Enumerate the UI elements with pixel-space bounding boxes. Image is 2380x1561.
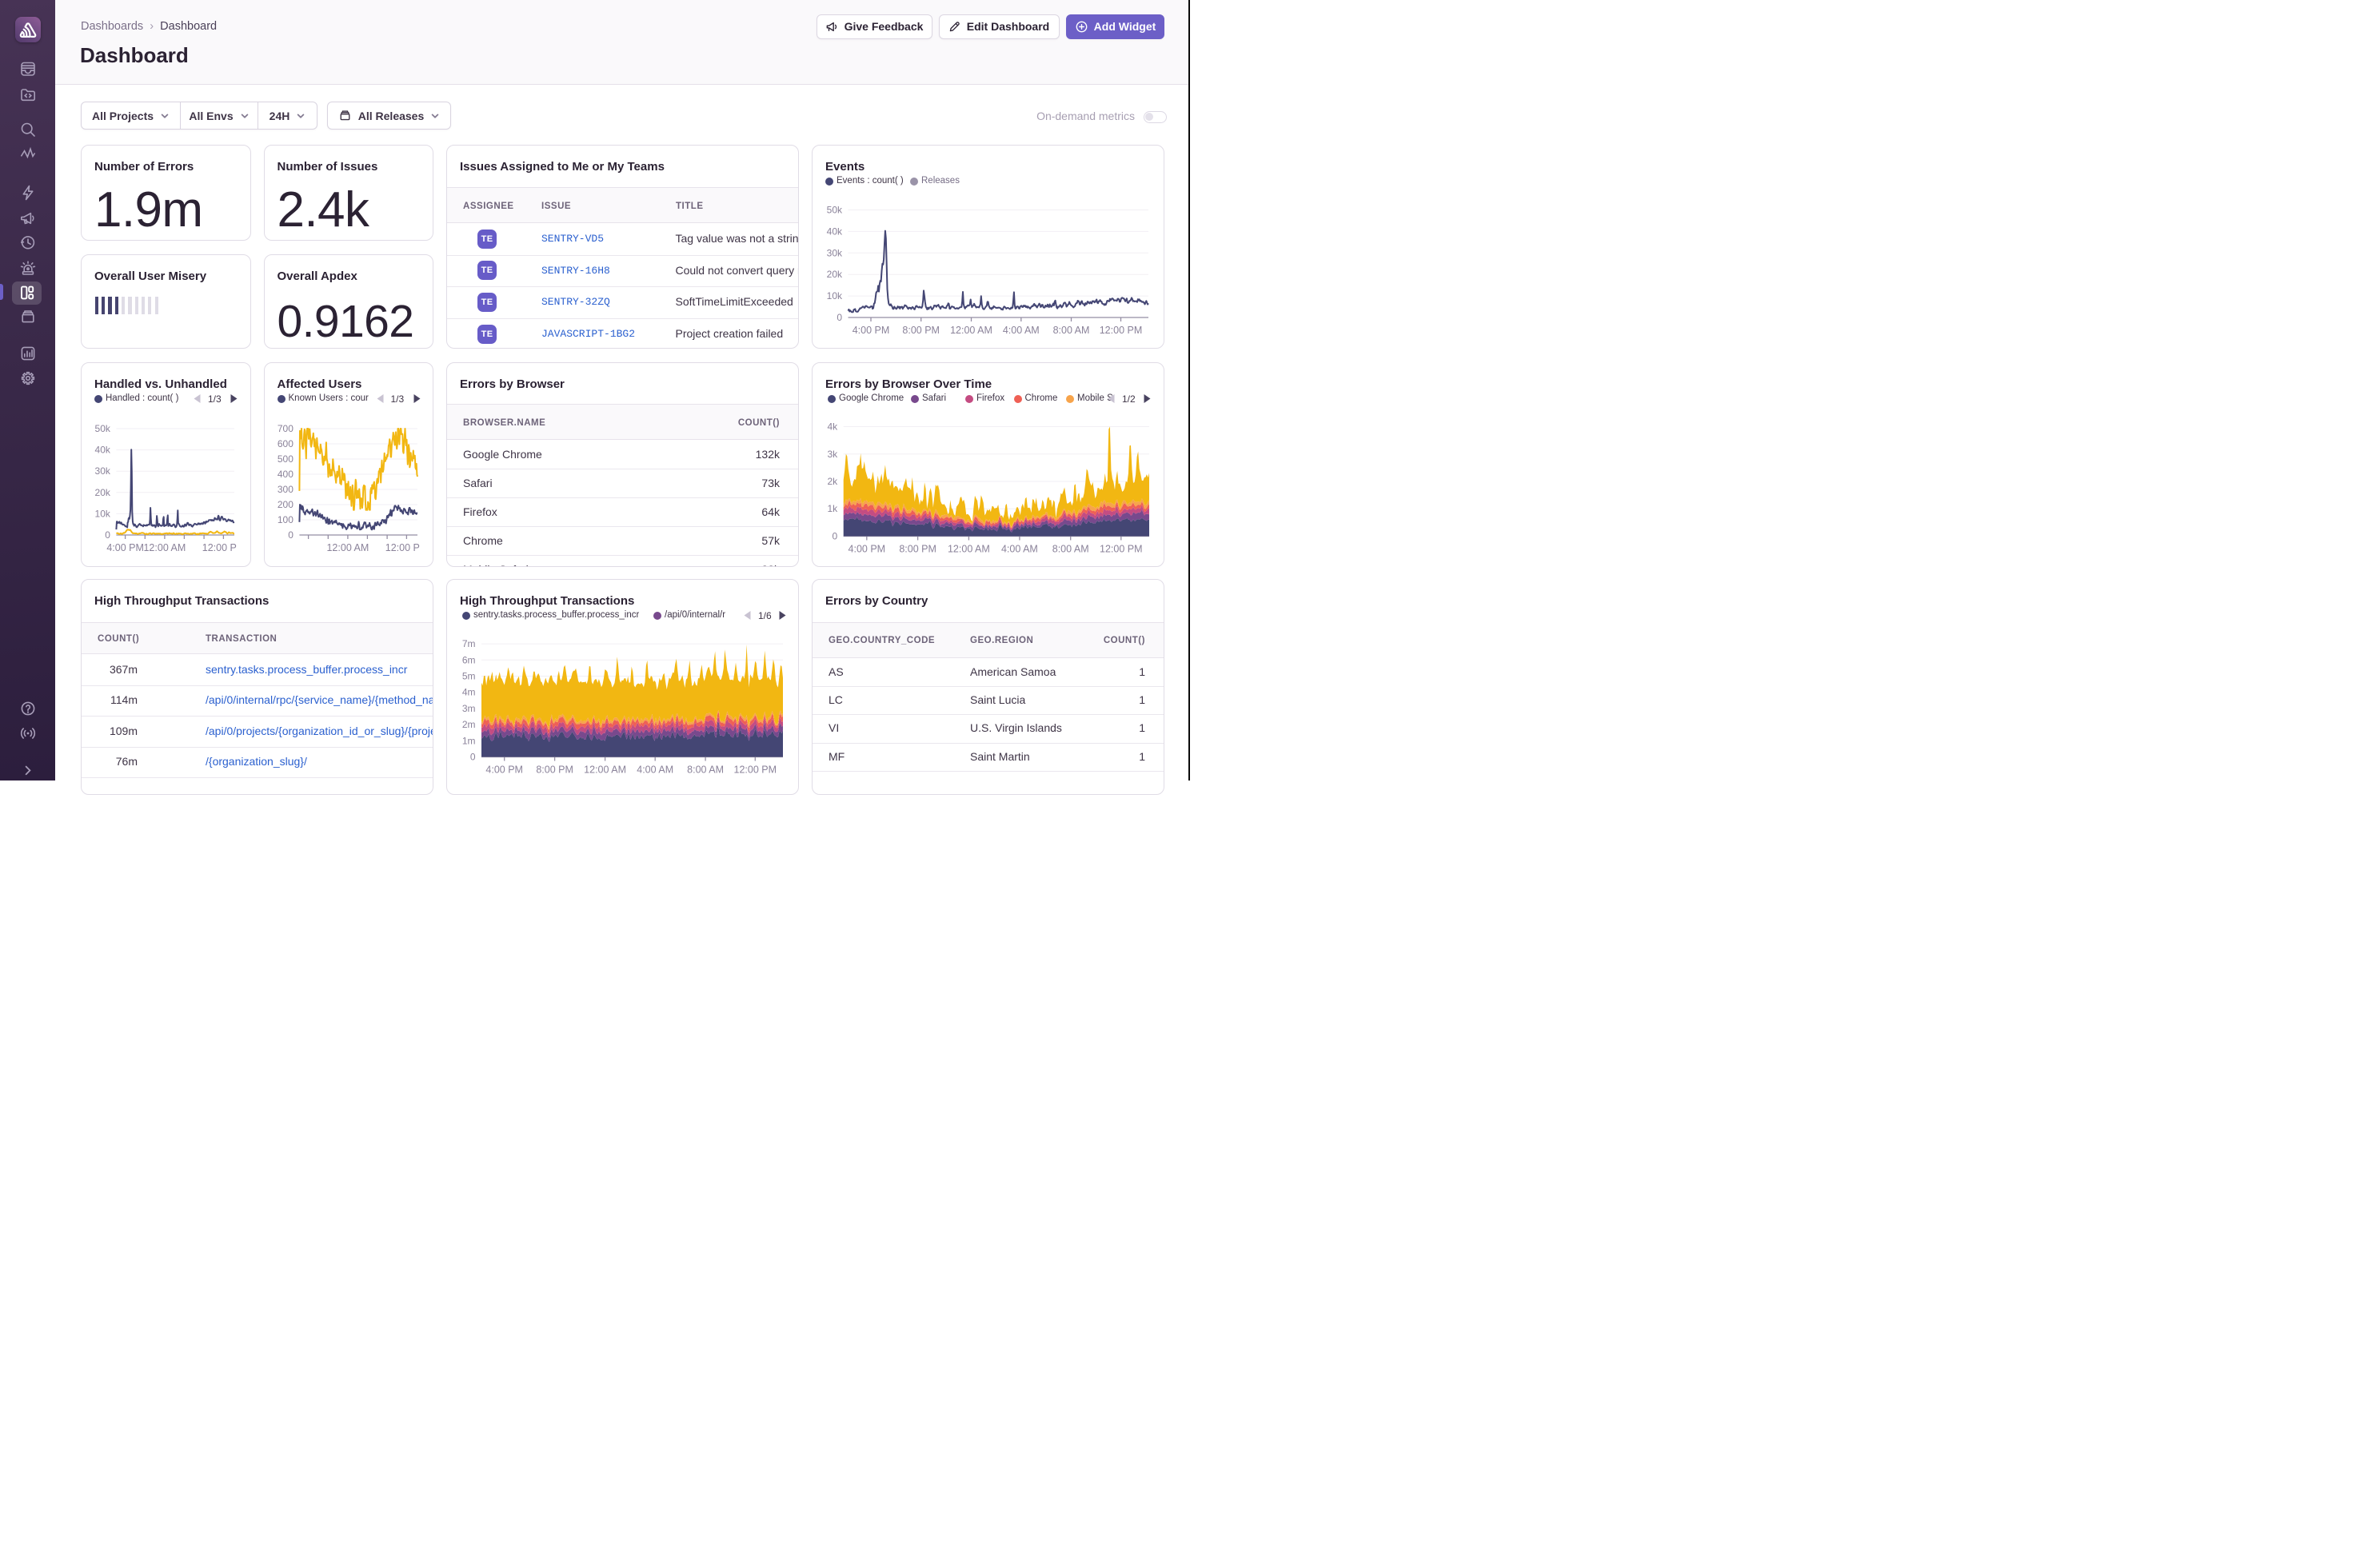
svg-text:100: 100 bbox=[277, 514, 293, 525]
svg-text:8:00 AM: 8:00 AM bbox=[1053, 325, 1090, 336]
svg-text:50k: 50k bbox=[95, 423, 111, 434]
svg-text:3m: 3m bbox=[462, 703, 476, 714]
svg-text:200: 200 bbox=[277, 499, 293, 510]
svg-text:40k: 40k bbox=[827, 226, 843, 237]
svg-text:4k: 4k bbox=[828, 421, 839, 433]
svg-text:40k: 40k bbox=[95, 445, 111, 456]
svg-text:400: 400 bbox=[277, 469, 293, 480]
svg-text:12:00 AM: 12:00 AM bbox=[143, 542, 186, 553]
svg-text:12:00 PM: 12:00 PM bbox=[1100, 325, 1143, 336]
svg-text:4:00 AM: 4:00 AM bbox=[1001, 544, 1038, 555]
svg-text:600: 600 bbox=[277, 438, 293, 449]
svg-text:30k: 30k bbox=[827, 247, 843, 258]
svg-text:8:00 PM: 8:00 PM bbox=[899, 544, 936, 555]
svg-text:12:00 AM: 12:00 AM bbox=[584, 765, 626, 776]
svg-text:12:00 AM: 12:00 AM bbox=[326, 542, 369, 553]
svg-text:300: 300 bbox=[277, 484, 293, 495]
svg-text:0: 0 bbox=[105, 529, 110, 541]
svg-text:700: 700 bbox=[277, 423, 293, 434]
svg-text:0: 0 bbox=[837, 312, 842, 323]
svg-text:10k: 10k bbox=[95, 508, 111, 519]
svg-text:30k: 30k bbox=[95, 465, 111, 477]
svg-text:2m: 2m bbox=[462, 719, 476, 730]
svg-text:0: 0 bbox=[288, 529, 294, 541]
svg-text:8:00 PM: 8:00 PM bbox=[536, 765, 573, 776]
svg-text:1k: 1k bbox=[828, 503, 839, 514]
svg-text:2k: 2k bbox=[828, 476, 839, 487]
svg-text:12:00 PM: 12:00 PM bbox=[1100, 544, 1143, 555]
svg-text:4:00 PM: 4:00 PM bbox=[485, 765, 523, 776]
svg-text:5m: 5m bbox=[462, 671, 476, 682]
svg-text:4m: 4m bbox=[462, 687, 476, 698]
svg-text:20k: 20k bbox=[827, 269, 843, 280]
svg-text:7m: 7m bbox=[462, 638, 476, 649]
svg-text:12:00 PM: 12:00 PM bbox=[734, 765, 777, 776]
svg-text:8:00 AM: 8:00 AM bbox=[687, 765, 724, 776]
svg-text:3k: 3k bbox=[828, 449, 839, 460]
svg-text:12:00 AM: 12:00 AM bbox=[950, 325, 992, 336]
svg-text:4:00 PM: 4:00 PM bbox=[849, 544, 886, 555]
svg-text:6m: 6m bbox=[462, 654, 476, 665]
svg-text:0: 0 bbox=[470, 752, 476, 763]
svg-text:50k: 50k bbox=[827, 205, 843, 216]
svg-text:500: 500 bbox=[277, 453, 293, 465]
svg-text:8:00 AM: 8:00 AM bbox=[1052, 544, 1089, 555]
svg-text:8:00 PM: 8:00 PM bbox=[902, 325, 940, 336]
svg-text:4:00 AM: 4:00 AM bbox=[637, 765, 673, 776]
svg-text:12:00 P: 12:00 P bbox=[385, 542, 419, 553]
svg-text:4:00 PM: 4:00 PM bbox=[106, 542, 144, 553]
svg-text:10k: 10k bbox=[827, 290, 843, 301]
svg-text:4:00 AM: 4:00 AM bbox=[1003, 325, 1040, 336]
svg-text:0: 0 bbox=[833, 531, 838, 542]
svg-text:1m: 1m bbox=[462, 735, 476, 746]
svg-text:12:00 AM: 12:00 AM bbox=[948, 544, 990, 555]
svg-text:12:00 P: 12:00 P bbox=[202, 542, 237, 553]
svg-text:20k: 20k bbox=[95, 487, 111, 498]
svg-text:4:00 PM: 4:00 PM bbox=[853, 325, 890, 336]
